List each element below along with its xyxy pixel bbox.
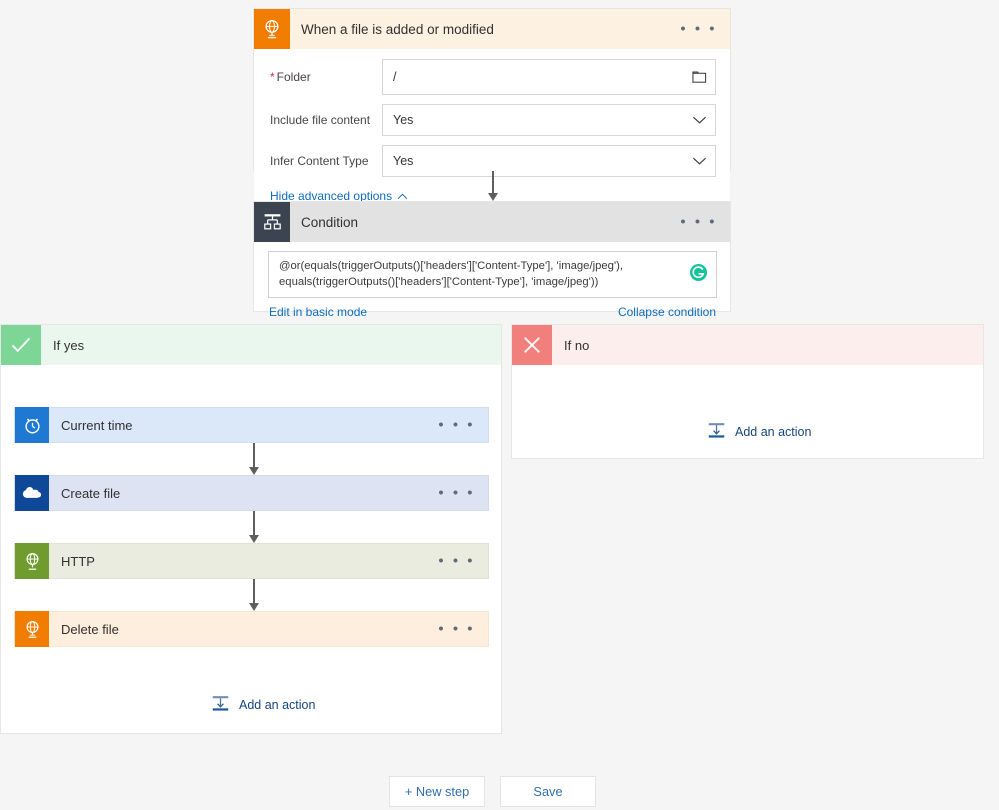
action-card-http[interactable]: HTTP • • • <box>14 543 489 579</box>
infer-content-type-select[interactable]: Yes <box>382 145 716 177</box>
condition-expression-text: @or(equals(triggerOutputs()['headers']['… <box>279 260 624 289</box>
field-row-include-file-content: Include file content Yes <box>270 104 716 136</box>
ftp-globe-icon <box>15 611 49 647</box>
trigger-card-header[interactable]: When a file is added or modified • • • <box>254 9 730 49</box>
folder-input-value: / <box>393 70 397 84</box>
action-more-button-delete-file[interactable]: • • • <box>438 622 475 637</box>
include-file-content-select[interactable]: Yes <box>382 104 716 136</box>
folder-picker-icon[interactable] <box>692 70 707 85</box>
add-action-button-if-no[interactable]: Add an action <box>707 421 811 443</box>
condition-more-button[interactable]: • • • <box>680 215 717 230</box>
edit-in-basic-mode-link[interactable]: Edit in basic mode <box>269 305 367 319</box>
field-row-folder: * Folder / <box>270 59 716 95</box>
connector-create-file-to-http <box>246 511 262 543</box>
new-step-button[interactable]: + New step <box>389 776 485 807</box>
trigger-more-button[interactable]: • • • <box>680 22 717 37</box>
field-label-infer-content-type: Infer Content Type <box>270 154 369 168</box>
close-x-icon <box>512 325 552 365</box>
add-action-label-if-no: Add an action <box>735 425 812 439</box>
action-more-button-create-file[interactable]: • • • <box>438 486 475 501</box>
condition-expression-input[interactable]: @or(equals(triggerOutputs()['headers']['… <box>268 251 717 298</box>
collapse-condition-link[interactable]: Collapse condition <box>618 305 716 319</box>
onedrive-cloud-icon <box>15 475 49 511</box>
flow-designer-canvas: When a file is added or modified • • • *… <box>0 0 999 810</box>
condition-title: Condition <box>301 214 359 230</box>
action-card-create-file[interactable]: Create file • • • <box>14 475 489 511</box>
add-action-label-if-yes: Add an action <box>239 698 316 712</box>
action-title-create-file: Create file <box>61 485 121 501</box>
action-title-http: HTTP <box>61 553 95 569</box>
branch-if-yes-label: If yes <box>53 337 85 353</box>
add-action-button-if-yes[interactable]: Add an action <box>211 694 315 716</box>
save-button[interactable]: Save <box>500 776 596 807</box>
required-asterisk: * <box>270 70 275 84</box>
chevron-down-icon[interactable] <box>692 115 707 125</box>
checkmark-icon <box>1 325 41 365</box>
infer-content-type-value: Yes <box>393 154 414 168</box>
connector-http-to-delete-file <box>246 579 262 611</box>
action-card-current-time[interactable]: Current time • • • <box>14 407 489 443</box>
action-title-current-time: Current time <box>61 417 133 433</box>
alarm-clock-icon <box>15 407 49 443</box>
field-label-include-file-content: Include file content <box>270 113 371 127</box>
branch-if-no-label: If no <box>564 337 590 353</box>
condition-links: Edit in basic mode Collapse condition <box>268 298 717 319</box>
branch-if-yes: If yes Current time • • • Create file • … <box>0 324 502 734</box>
trigger-title: When a file is added or modified <box>301 21 494 37</box>
chevron-down-icon[interactable] <box>692 156 707 166</box>
folder-input[interactable]: / <box>382 59 716 95</box>
action-more-button-http[interactable]: • • • <box>438 554 475 569</box>
insert-step-icon <box>707 421 726 443</box>
branch-if-yes-header: If yes <box>1 325 501 365</box>
action-card-delete-file[interactable]: Delete file • • • <box>14 611 489 647</box>
branch-if-no: If no Add an action <box>511 324 984 459</box>
connector-current-time-to-create-file <box>246 443 262 475</box>
insert-step-icon <box>211 694 230 716</box>
http-globe-icon <box>15 543 49 579</box>
action-title-delete-file: Delete file <box>61 621 119 637</box>
condition-card[interactable]: Condition • • • @or(equals(triggerOutput… <box>253 201 731 319</box>
condition-card-header[interactable]: Condition • • • <box>254 202 730 242</box>
ftp-globe-icon <box>254 9 290 49</box>
condition-body: @or(equals(triggerOutputs()['headers']['… <box>254 242 730 319</box>
connector-trigger-to-condition <box>485 171 501 201</box>
trigger-card[interactable]: When a file is added or modified • • • *… <box>253 8 731 215</box>
include-file-content-value: Yes <box>393 113 414 127</box>
field-label-folder: * Folder <box>270 70 311 84</box>
grammarly-icon[interactable] <box>689 263 708 282</box>
condition-branch-icon <box>254 202 290 242</box>
branch-if-no-header: If no <box>512 325 983 365</box>
action-more-button-current-time[interactable]: • • • <box>438 418 475 433</box>
